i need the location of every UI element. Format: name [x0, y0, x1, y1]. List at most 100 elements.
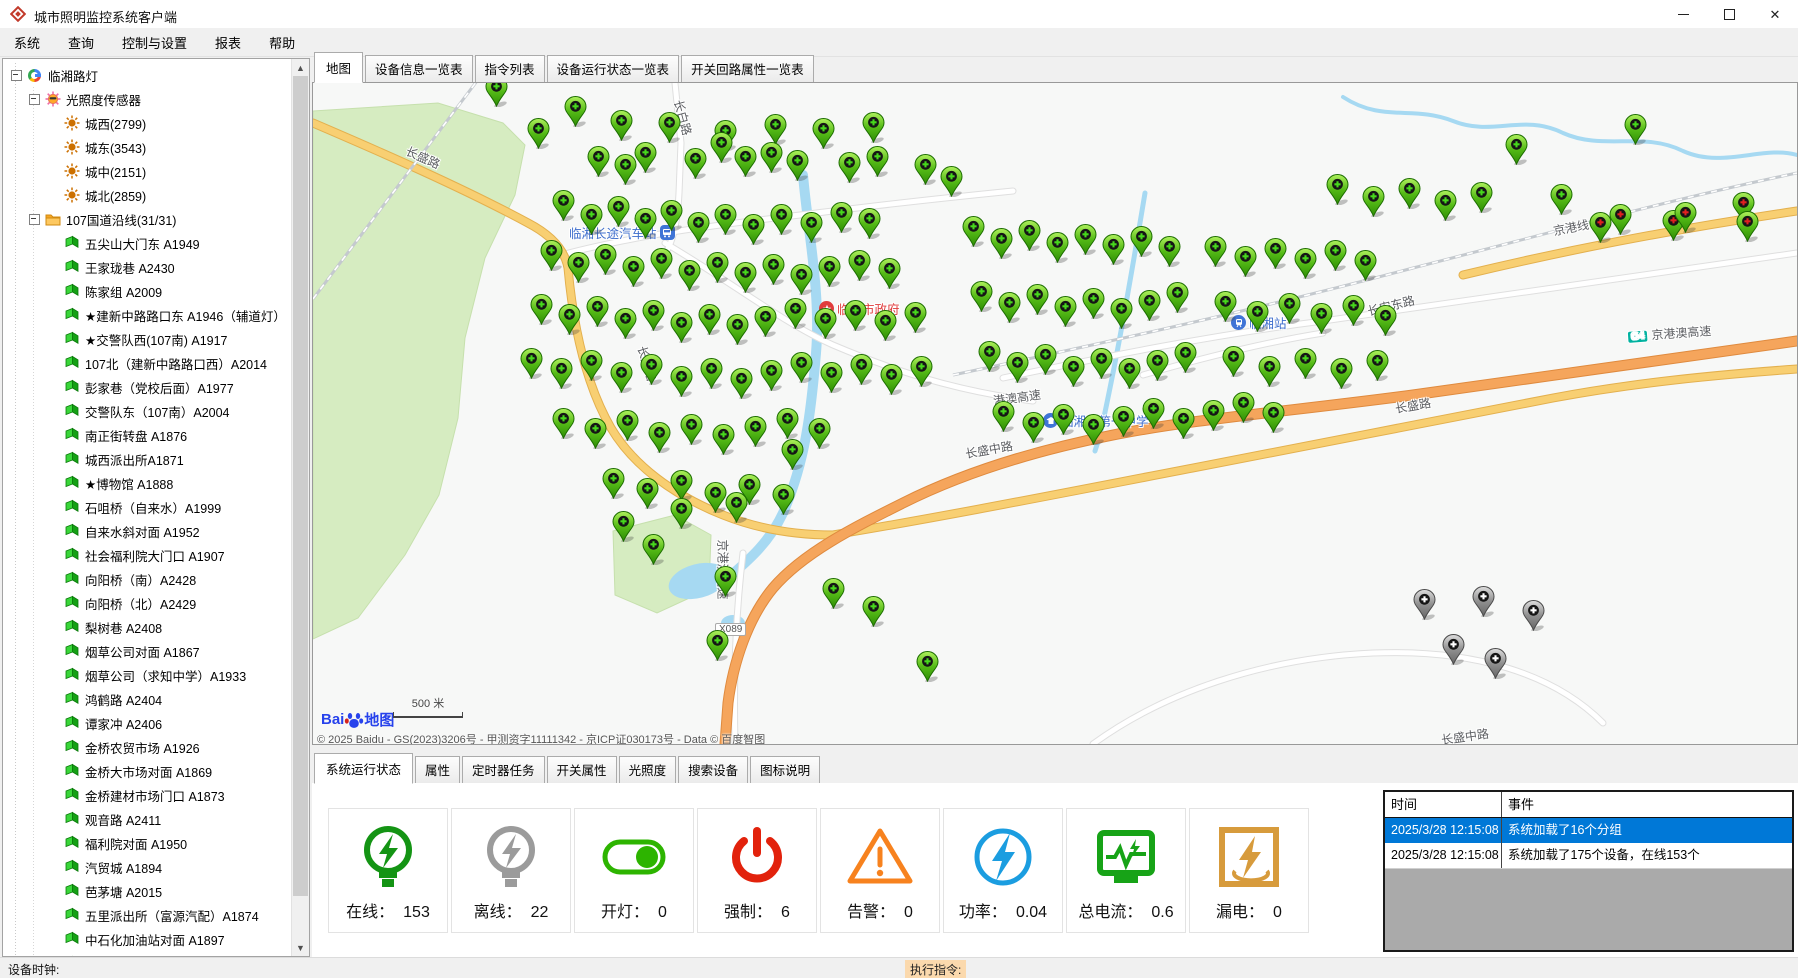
map-pin-online[interactable]	[734, 146, 757, 177]
tree-device-item[interactable]	[3, 951, 292, 956]
map-pin-online[interactable]	[1006, 352, 1029, 383]
event-row[interactable]: 2025/3/28 12:15:08系统加载了175个设备，在线153个	[1385, 843, 1792, 869]
map-pin-online[interactable]	[1324, 240, 1347, 271]
map-pin-online[interactable]	[838, 152, 861, 183]
map-pin-online[interactable]	[1550, 184, 1573, 215]
tree-device-item[interactable]: 金桥农贸市场 A1926	[3, 735, 292, 759]
map-pin-online[interactable]	[916, 651, 939, 682]
tree-device-item[interactable]: 金桥大市场对面 A1869	[3, 759, 292, 783]
tree-sensor-item[interactable]: 城东(3543)	[3, 135, 292, 159]
map-pin-online[interactable]	[650, 248, 673, 279]
map-pin-online[interactable]	[866, 146, 889, 177]
map-pin-online[interactable]	[550, 358, 573, 389]
map-view[interactable]: 长白路长盛路长盛路长盛中路长盛路长盛中路长安东路京港线G4京港澳高速港澳高速京港…	[312, 82, 1798, 745]
map-pin-online[interactable]	[760, 360, 783, 391]
map-pin-online[interactable]	[764, 114, 787, 145]
map-pin-offline[interactable]	[1522, 600, 1545, 631]
map-pin-online[interactable]	[730, 368, 753, 399]
map-pin-online[interactable]	[1074, 224, 1097, 255]
map-pin-online[interactable]	[744, 416, 767, 447]
tree-sensor-item[interactable]: 城中(2151)	[3, 159, 292, 183]
map-pin-online[interactable]	[848, 250, 871, 281]
map-pin-online[interactable]	[862, 596, 885, 627]
map-pin-offline[interactable]	[1442, 634, 1465, 665]
map-pin-online[interactable]	[642, 534, 665, 565]
maximize-button[interactable]	[1706, 0, 1752, 28]
map-pin-online[interactable]	[814, 308, 837, 339]
map-pin-online[interactable]	[1234, 246, 1257, 277]
map-pin-online[interactable]	[786, 150, 809, 181]
map-pin-online[interactable]	[567, 252, 590, 283]
map-pin-online[interactable]	[772, 484, 795, 515]
map-pin-online[interactable]	[978, 341, 1001, 372]
bottom-tab-4[interactable]: 开关属性	[547, 756, 617, 783]
tree-device-item[interactable]: 芭茅塘 A2015	[3, 879, 292, 903]
map-pin-online[interactable]	[1018, 220, 1041, 251]
map-pin-online[interactable]	[742, 214, 765, 245]
map-pin-online[interactable]	[800, 212, 823, 243]
map-pin-online[interactable]	[812, 118, 835, 149]
map-pin-online[interactable]	[1112, 406, 1135, 437]
map-pin-online[interactable]	[992, 401, 1015, 432]
map-pin-online[interactable]	[1470, 182, 1493, 213]
map-pin-online[interactable]	[1102, 234, 1125, 265]
tree-device-item[interactable]: 中石化加油站对面 A1897	[3, 927, 292, 951]
map-pin-online[interactable]	[940, 166, 963, 197]
map-pin-online[interactable]	[760, 142, 783, 173]
map-pin-online[interactable]	[998, 292, 1021, 323]
map-pin-online[interactable]	[820, 362, 843, 393]
map-pin-online[interactable]	[1366, 350, 1389, 381]
collapse-icon[interactable]	[29, 94, 40, 105]
map-pin-online[interactable]	[580, 204, 603, 235]
map-pin-online[interactable]	[880, 364, 903, 395]
map-pin-online[interactable]	[1278, 293, 1301, 324]
map-pin-online[interactable]	[858, 208, 881, 239]
map-pin-online[interactable]	[904, 302, 927, 333]
map-pin-online[interactable]	[706, 252, 729, 283]
tree-device-item[interactable]: 五尖山大门东 A1949	[3, 231, 292, 255]
tree-sensor-item[interactable]: 城北(2859)	[3, 183, 292, 207]
map-pin-online[interactable]	[1054, 296, 1077, 327]
map-pin-online[interactable]	[1130, 226, 1153, 257]
tree-device-item[interactable]: 烟草公司（求知中学）A1933	[3, 663, 292, 687]
tree-device-item[interactable]: 城西派出所A1871	[3, 447, 292, 471]
map-pin-online[interactable]	[781, 439, 804, 470]
map-tab-1[interactable]: 地图	[314, 52, 363, 83]
map-pin-online[interactable]	[1138, 290, 1161, 321]
map-pin-online[interactable]	[710, 132, 733, 163]
map-pin-online[interactable]	[850, 354, 873, 385]
bottom-tab-2[interactable]: 属性	[415, 756, 460, 783]
map-pin-online[interactable]	[602, 468, 625, 499]
map-pin-online[interactable]	[612, 511, 635, 542]
map-pin-online[interactable]	[700, 358, 723, 389]
event-row[interactable]: 2025/3/28 12:15:08系统加载了16个分组	[1385, 818, 1792, 843]
map-pin-online[interactable]	[1326, 174, 1349, 205]
map-pin-online[interactable]	[634, 208, 657, 239]
map-pin-online[interactable]	[1624, 114, 1647, 145]
map-pin-online[interactable]	[878, 258, 901, 289]
map-pin-online[interactable]	[1330, 358, 1353, 389]
scroll-down-icon[interactable]: ▼	[292, 939, 309, 956]
map-pin-online[interactable]	[660, 200, 683, 231]
map-pin-online[interactable]	[754, 306, 777, 337]
menu-item-1[interactable]: 系统	[0, 28, 54, 57]
map-pin-online[interactable]	[1026, 284, 1049, 315]
map-pin-online[interactable]	[1110, 298, 1133, 329]
map-tab-4[interactable]: 设备运行状态一览表	[547, 55, 680, 82]
map-pin-online[interactable]	[1142, 398, 1165, 429]
map-pin-online[interactable]	[712, 424, 735, 455]
tree-device-item[interactable]: 彭家巷（党校后面）A1977	[3, 375, 292, 399]
map-pin-online[interactable]	[1166, 282, 1189, 313]
map-pin-online[interactable]	[1310, 303, 1333, 334]
map-pin-online[interactable]	[1082, 288, 1105, 319]
map-pin-forced[interactable]	[1736, 211, 1759, 242]
map-pin-online[interactable]	[1062, 356, 1085, 387]
map-pin-online[interactable]	[636, 478, 659, 509]
bottom-tab-3[interactable]: 定时器任务	[462, 756, 545, 783]
map-pin-online[interactable]	[970, 281, 993, 312]
map-pin-offline[interactable]	[1413, 589, 1436, 620]
map-pin-online[interactable]	[552, 190, 575, 221]
map-pin-online[interactable]	[910, 356, 933, 387]
map-pin-online[interactable]	[540, 240, 563, 271]
map-pin-online[interactable]	[530, 294, 553, 325]
